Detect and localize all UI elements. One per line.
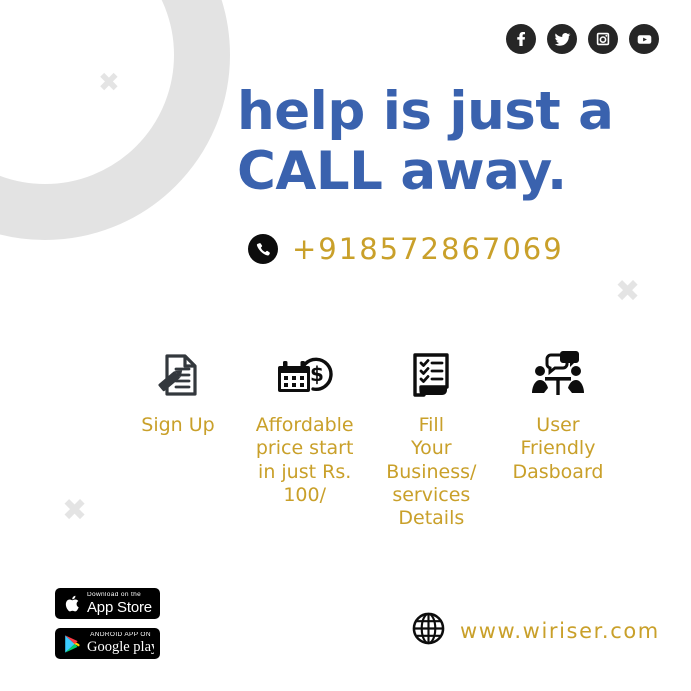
apple-icon (61, 594, 83, 613)
calendar-dollar-icon: $ (274, 345, 336, 405)
social-link-facebook[interactable] (506, 24, 536, 54)
feature-item-user-friendly-dashboard[interactable]: User Friendly Dasboard (498, 345, 618, 484)
poster-canvas: ✖ ✖ ✖ help is just a CALL away. +9185728… (0, 0, 691, 691)
google-play-badge-title: Google play (87, 638, 154, 655)
facebook-icon (513, 31, 529, 47)
svg-text:$: $ (310, 362, 324, 386)
app-store-badges: Download on the App Store ANDROID APP ON… (55, 588, 160, 659)
globe-icon (412, 612, 445, 650)
phone-contact[interactable]: +918572867069 (248, 232, 564, 266)
social-links (506, 24, 659, 54)
feature-label: Affordable price start in just Rs. 100/ (255, 414, 354, 507)
social-link-youtube[interactable] (629, 24, 659, 54)
website-url: www.wiriser.com (460, 619, 660, 643)
feature-label: Sign Up (141, 414, 215, 436)
youtube-icon (636, 31, 653, 48)
decorative-ring (0, 0, 230, 240)
google-play-badge[interactable]: ANDROID APP ON Google play (55, 628, 160, 659)
phone-number: +918572867069 (292, 232, 564, 266)
checklist-scroll-icon (407, 345, 455, 405)
phone-icon (248, 234, 278, 264)
headline-line-1: help is just a (237, 81, 614, 142)
social-link-instagram[interactable] (588, 24, 618, 54)
google-play-badge-subtitle: ANDROID APP ON (90, 631, 151, 638)
headline: help is just a CALL away. (237, 82, 657, 202)
decorative-x-icon: ✖ (98, 68, 120, 98)
people-chat-icon (529, 345, 587, 405)
website-link[interactable]: www.wiriser.com (412, 612, 660, 650)
twitter-icon (554, 31, 571, 48)
google-play-icon (61, 634, 83, 654)
social-link-twitter[interactable] (547, 24, 577, 54)
feature-item-affordable-price[interactable]: $ Affordable price start in just Rs. 100… (245, 345, 365, 507)
feature-list: Sign Up $ Affordable price start in just… (118, 345, 618, 531)
app-store-badge[interactable]: Download on the App Store (55, 588, 160, 619)
feature-item-sign-up[interactable]: Sign Up (118, 345, 238, 437)
decorative-x-icon: ✖ (62, 493, 88, 528)
headline-line-2: CALL away. (237, 140, 567, 202)
app-store-badge-subtitle: Download on the (87, 591, 142, 598)
decorative-x-icon: ✖ (615, 274, 641, 309)
instagram-icon (595, 31, 611, 47)
document-pencil-icon (153, 345, 203, 405)
app-store-badge-title: App Store (87, 598, 152, 616)
feature-label: Fill Your Business/ services Details (386, 414, 477, 530)
feature-item-fill-details[interactable]: Fill Your Business/ services Details (371, 345, 491, 531)
app-store-badge-text: Download on the App Store (87, 592, 152, 616)
google-play-badge-text: ANDROID APP ON Google play (87, 632, 154, 655)
feature-label: User Friendly Dasboard (512, 414, 604, 483)
